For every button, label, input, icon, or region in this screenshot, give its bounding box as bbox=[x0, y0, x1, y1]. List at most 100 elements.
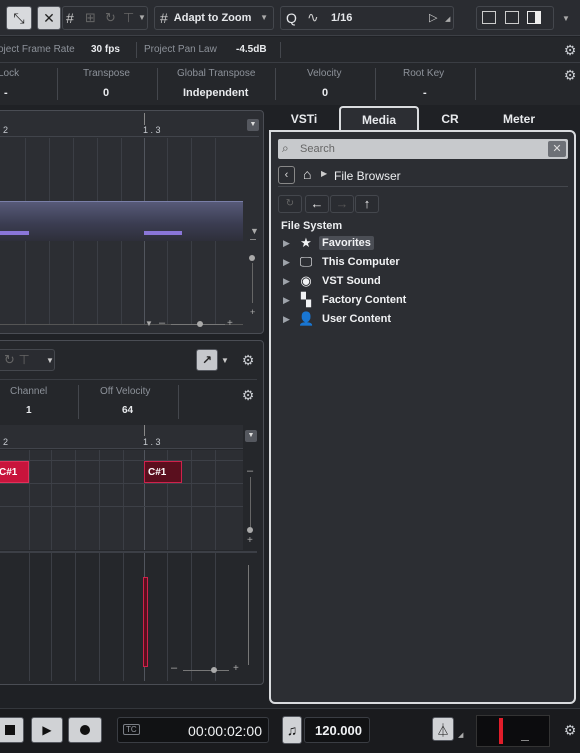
tab-meter[interactable]: Meter bbox=[486, 108, 552, 130]
expand-arrow-icon[interactable]: ▶ bbox=[283, 295, 293, 306]
back-arrow-button[interactable]: ← bbox=[305, 195, 329, 213]
root-key-value[interactable]: - bbox=[423, 87, 427, 99]
lane-separator bbox=[248, 565, 249, 665]
section-title: File System bbox=[281, 220, 343, 232]
clear-search-button[interactable]: ✕ bbox=[548, 141, 566, 157]
controller-lane bbox=[0, 551, 257, 681]
snap-toggle-button[interactable]: ✕ bbox=[37, 6, 61, 30]
frame-rate-value[interactable]: 30 fps bbox=[91, 44, 120, 55]
up-arrow-button[interactable]: ↑ bbox=[355, 195, 379, 213]
off-velocity-value[interactable]: 64 bbox=[122, 405, 133, 416]
search-box[interactable]: ⌕ Search ✕ bbox=[278, 139, 568, 159]
lower-horizontal-zoom[interactable]: – + bbox=[171, 662, 251, 679]
frame-rate-label: Project Frame Rate bbox=[0, 44, 75, 55]
ruler-mark: 1 . 3 bbox=[143, 437, 161, 447]
gear-icon[interactable]: ⚙ bbox=[241, 353, 255, 367]
expand-arrow-icon[interactable]: ▶ bbox=[283, 238, 293, 249]
velocity-label: Velocity bbox=[307, 68, 342, 79]
auto-scroll-button[interactable]: ↗ bbox=[196, 349, 218, 371]
channel-label: Channel bbox=[10, 386, 48, 397]
chevron-down-icon[interactable]: ▼ bbox=[562, 14, 570, 23]
snap-mode-dropdown[interactable]: # Adapt to Zoom ▼ bbox=[154, 6, 274, 30]
tree-item-label: Favorites bbox=[319, 236, 374, 250]
tempo-value: 120.000 bbox=[315, 723, 362, 738]
channel-value[interactable]: 1 bbox=[26, 405, 32, 416]
home-icon[interactable]: ⌂ bbox=[303, 166, 311, 182]
ruler-mark: 2 bbox=[3, 125, 9, 135]
pan-law-label: Project Pan Law bbox=[144, 44, 217, 55]
ruler-tick bbox=[144, 113, 145, 125]
window-layout-group[interactable] bbox=[476, 6, 554, 30]
lane-band bbox=[0, 201, 243, 241]
divider bbox=[78, 385, 79, 419]
lock-label: Lock bbox=[0, 68, 20, 79]
expand-arrow-icon[interactable]: ▶ bbox=[283, 276, 293, 287]
midi-note[interactable]: C#1 bbox=[144, 461, 182, 483]
disc-icon: ◉ bbox=[300, 273, 312, 288]
tree-item-factory-content[interactable]: ▶ ▚ Factory Content bbox=[283, 291, 409, 309]
tempo-track-button[interactable]: ♫ bbox=[282, 716, 302, 744]
chevron-down-icon[interactable]: ◢ bbox=[458, 731, 463, 739]
global-transpose-value[interactable]: Independent bbox=[183, 87, 248, 99]
iterative-quantize-icon: ∿ bbox=[307, 9, 319, 25]
chevron-down-icon[interactable]: ▼ bbox=[221, 356, 229, 365]
tab-vsti[interactable]: VSTi bbox=[275, 108, 333, 130]
time-value: 00:00:02:00 bbox=[188, 723, 262, 739]
grid-icon: # bbox=[66, 10, 74, 26]
left-zone-icon bbox=[482, 11, 496, 24]
ruler-menu-button[interactable]: ▼ bbox=[247, 119, 259, 131]
lower-tool-dropdown[interactable]: ↻ ⊤ ▼ bbox=[0, 349, 55, 371]
ruler-menu-button[interactable]: ▼ bbox=[245, 430, 257, 442]
object-selection-tool-button[interactable]: ⤡ bbox=[6, 6, 32, 30]
tree-item-label: VST Sound bbox=[322, 275, 381, 287]
tempo-display[interactable]: 120.000 bbox=[304, 717, 370, 743]
refresh-button[interactable]: ↻ bbox=[278, 195, 302, 213]
play-button[interactable]: ▶ bbox=[31, 717, 63, 743]
tree-item-vst-sound[interactable]: ▶ ◉ VST Sound bbox=[283, 272, 384, 290]
transpose-label: Transpose bbox=[83, 68, 130, 79]
tree-item-favorites[interactable]: ▶ ★ Favorites bbox=[283, 234, 374, 252]
upper-vertical-zoom[interactable]: ▼ + bbox=[247, 141, 259, 321]
gear-icon[interactable]: ⚙ bbox=[563, 68, 577, 82]
note-label: C#1 bbox=[0, 466, 18, 478]
search-input[interactable]: Search bbox=[300, 143, 335, 155]
velocity-bar[interactable] bbox=[143, 577, 148, 667]
meter-bar bbox=[499, 718, 503, 744]
star-icon: ★ bbox=[300, 235, 312, 250]
chevron-down-icon: ▼ bbox=[260, 13, 268, 22]
midi-note[interactable]: C#1 bbox=[0, 461, 29, 483]
tab-cr[interactable]: CR bbox=[420, 108, 480, 130]
quantize-group[interactable]: Q ∿ 1/16 ▷ ◢ bbox=[280, 6, 454, 30]
tree-item-this-computer[interactable]: ▶ 🖵 This Computer bbox=[283, 253, 403, 271]
time-display[interactable]: TC 00:00:02:00 bbox=[117, 717, 269, 743]
snap-type-group[interactable]: # ⊞ ↻ ⊤ ▼ bbox=[62, 6, 148, 30]
tree-item-user-content[interactable]: ▶ 👤 User Content bbox=[283, 310, 394, 328]
lower-ruler: 2 1 . 3 bbox=[0, 425, 243, 449]
gear-icon[interactable]: ⚙ bbox=[241, 388, 255, 402]
chevron-down-icon: ◢ bbox=[445, 16, 451, 23]
snap-icon: ✕ bbox=[43, 9, 55, 26]
divider bbox=[178, 385, 179, 419]
stop-button[interactable] bbox=[0, 717, 24, 743]
gear-icon[interactable]: ⚙ bbox=[563, 723, 577, 737]
tab-media[interactable]: Media bbox=[339, 106, 419, 132]
record-button[interactable] bbox=[68, 717, 102, 743]
expand-arrow-icon[interactable]: ▶ bbox=[283, 257, 293, 268]
breadcrumb-label[interactable]: File Browser bbox=[334, 169, 401, 183]
expand-arrow-icon[interactable]: ▶ bbox=[283, 314, 293, 325]
nav-buttons: ↻ ← → ↑ bbox=[278, 195, 382, 213]
metronome-button[interactable]: ⏃ bbox=[432, 717, 454, 741]
forward-arrow-button[interactable]: → bbox=[330, 195, 354, 213]
lock-value[interactable]: - bbox=[4, 87, 8, 99]
back-button[interactable]: ‹ bbox=[278, 166, 295, 184]
lower-vertical-zoom[interactable]: – + bbox=[245, 465, 257, 549]
velocity-value[interactable]: 0 bbox=[322, 87, 328, 99]
pan-law-value[interactable]: -4.5dB bbox=[236, 44, 267, 55]
lane-value-bar bbox=[144, 231, 182, 235]
transpose-value[interactable]: 0 bbox=[103, 87, 109, 99]
upper-horizontal-zoom[interactable]: ▼ – + bbox=[145, 317, 245, 333]
gear-icon[interactable]: ⚙ bbox=[563, 43, 577, 57]
level-meter bbox=[476, 715, 550, 747]
lower-zone-icon bbox=[505, 11, 519, 24]
lower-fields-row: Channel 1 Off Velocity 64 ⚙ bbox=[0, 379, 257, 423]
